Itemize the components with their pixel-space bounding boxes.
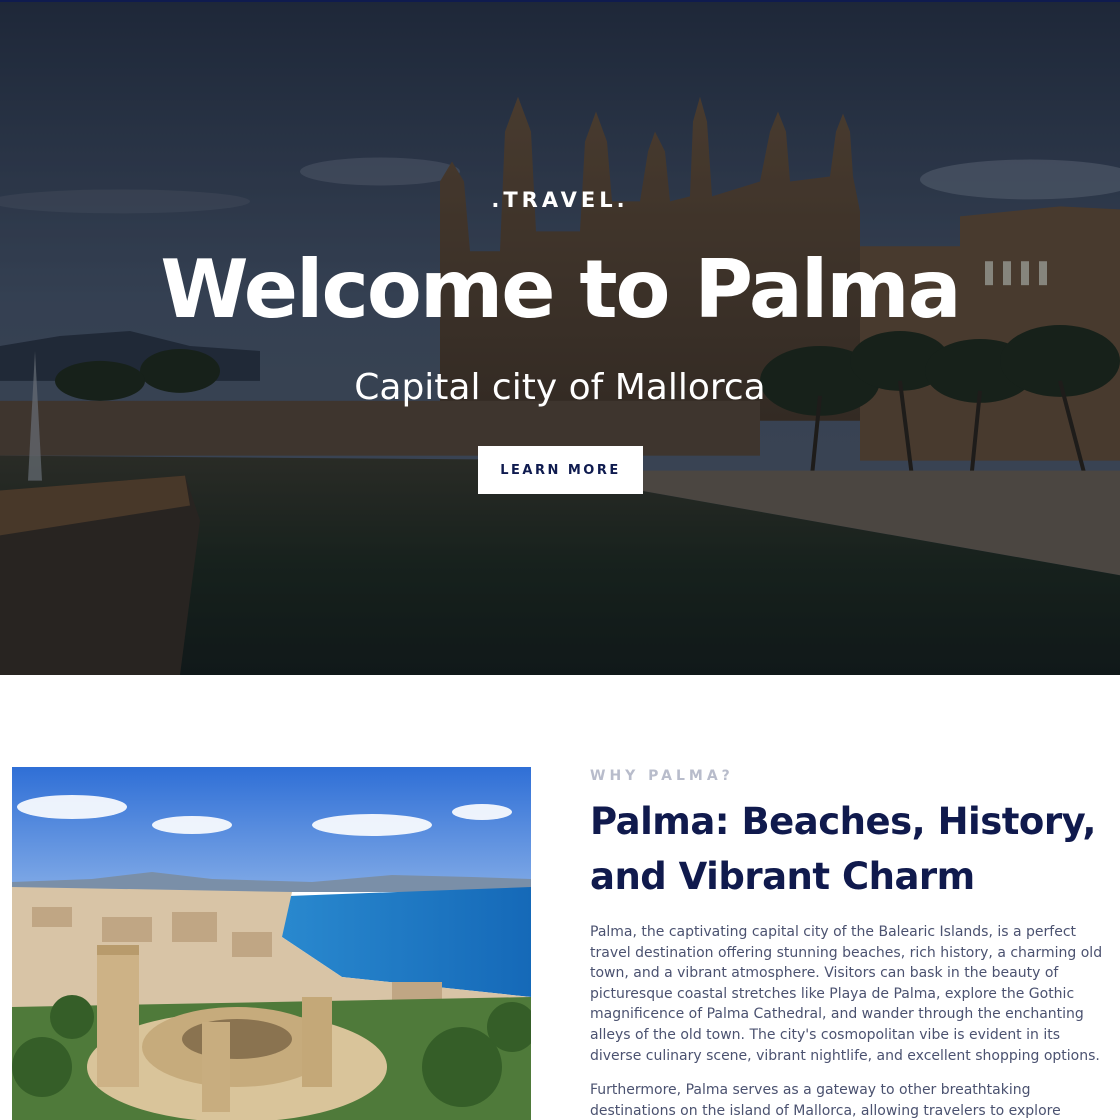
section-title: Palma: Beaches, History, and Vibrant Cha…	[590, 800, 1096, 898]
hero-eyebrow: .TRAVEL.	[491, 188, 629, 212]
hero-section: .TRAVEL. Welcome to Palma Capital city o…	[0, 0, 1120, 675]
section-eyebrow: WHY PALMA?	[590, 768, 734, 784]
hero-subtitle: Capital city of Mallorca	[354, 367, 766, 408]
bellver-castle-image	[12, 767, 531, 1120]
section-paragraph: Palma, the captivating capital city of t…	[590, 924, 1103, 1064]
section-paragraph: Furthermore, Palma serves as a gateway t…	[590, 1082, 1061, 1119]
hero-content: .TRAVEL. Welcome to Palma Capital city o…	[0, 2, 1120, 675]
learn-more-button[interactable]: LEARN MORE	[478, 446, 643, 494]
hero-title: Welcome to Palma	[160, 243, 961, 336]
why-palma-section: WHY PALMA? Palma: Beaches, History, and …	[590, 768, 1110, 1120]
